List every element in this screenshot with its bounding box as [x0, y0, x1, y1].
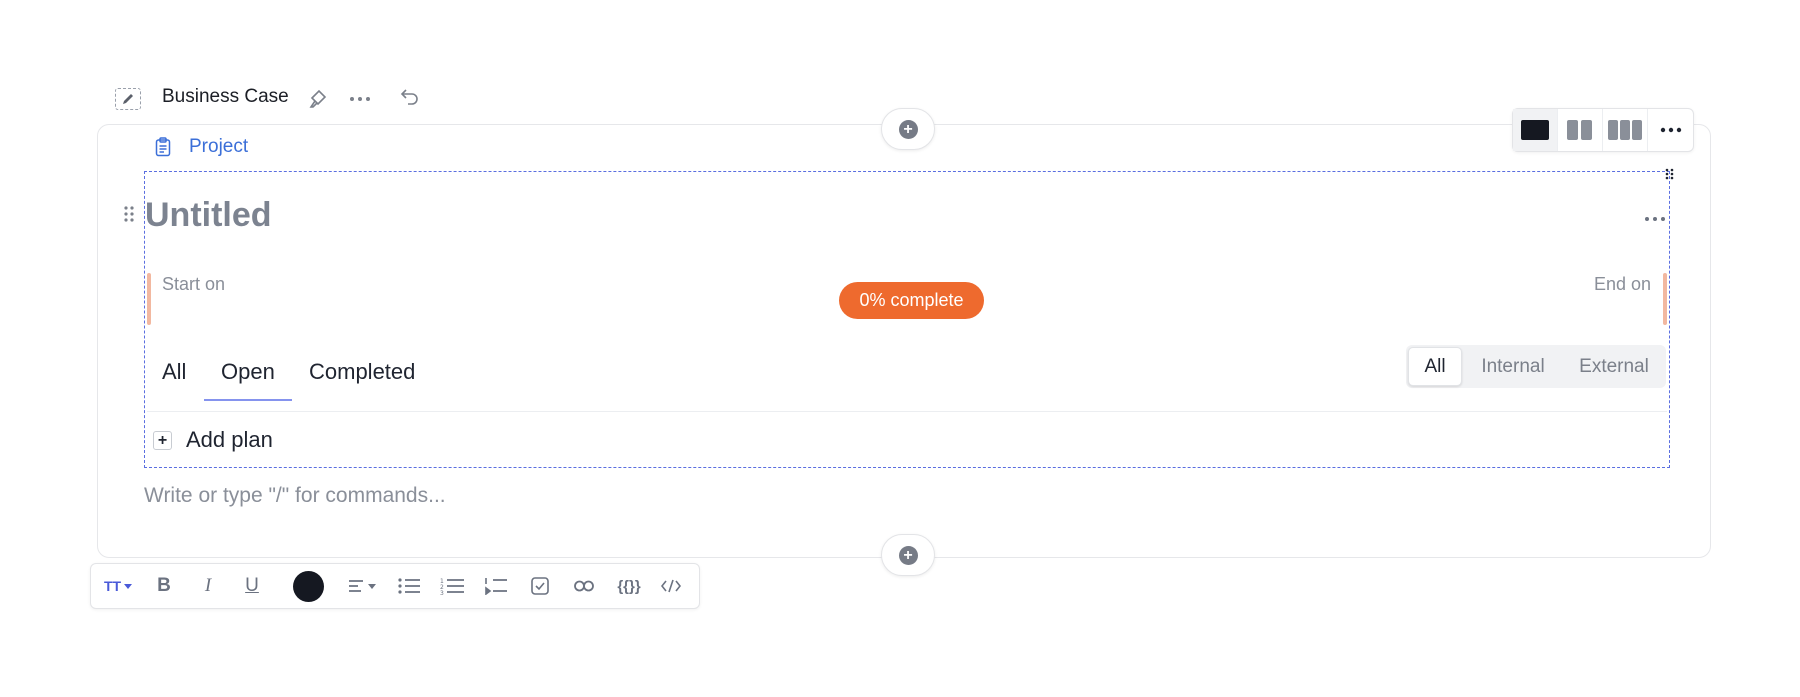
tab-all[interactable]: All	[162, 359, 186, 385]
link-icon	[574, 580, 594, 592]
divider	[147, 411, 1667, 412]
drag-handle-icon[interactable]	[123, 205, 135, 228]
code-button[interactable]	[656, 564, 686, 608]
text-color-button[interactable]	[290, 564, 326, 608]
formatting-toolbar: TT B I U 123 {{}}	[90, 563, 700, 609]
indent-list-icon	[485, 578, 507, 595]
text-size-button[interactable]: TT	[101, 564, 135, 608]
active-tab-indicator	[204, 399, 292, 401]
add-plan-label: Add plan	[186, 427, 273, 452]
numbered-list-button[interactable]: 123	[437, 564, 467, 608]
selected-block-outline	[144, 171, 1670, 468]
bold-button[interactable]: B	[149, 564, 179, 608]
three-column-icon	[1608, 120, 1642, 140]
indent-list-button[interactable]	[481, 564, 511, 608]
color-swatch-icon	[292, 570, 324, 602]
document-title[interactable]: Business Case	[162, 86, 289, 108]
clipboard-icon	[155, 137, 171, 157]
start-date-marker	[147, 273, 151, 325]
visibility-filter: All Internal External	[1406, 345, 1666, 388]
checklist-button[interactable]	[525, 564, 555, 608]
align-button[interactable]	[344, 564, 380, 608]
end-date-marker	[1663, 273, 1667, 325]
filter-all-button[interactable]: All	[1408, 347, 1462, 386]
plan-title[interactable]: Untitled	[145, 196, 272, 235]
text-size-label: TT	[103, 578, 122, 594]
svg-text:3: 3	[440, 590, 444, 595]
editor-input[interactable]: Write or type "/" for commands...	[144, 484, 446, 508]
plan-more-button[interactable]	[1644, 209, 1666, 227]
checkbox-icon	[531, 577, 549, 595]
end-date-field[interactable]: End on	[1594, 274, 1651, 295]
link-button[interactable]	[569, 564, 599, 608]
italic-button[interactable]: I	[193, 564, 223, 608]
plus-icon: +	[153, 430, 172, 450]
undo-icon[interactable]	[397, 84, 423, 110]
add-block-bottom-button[interactable]: +	[881, 534, 935, 576]
resize-handle-icon[interactable]	[1665, 167, 1675, 185]
more-horizontal-icon	[1660, 127, 1681, 133]
align-left-icon	[349, 580, 363, 592]
bullet-list-icon	[398, 578, 420, 594]
filter-internal-button[interactable]: Internal	[1462, 347, 1564, 386]
plus-icon: +	[898, 545, 918, 565]
layout-more-button[interactable]	[1648, 109, 1693, 151]
variables-button[interactable]: {{}}	[609, 564, 649, 608]
chevron-down-icon	[368, 583, 376, 589]
tab-open[interactable]: Open	[221, 359, 275, 385]
tab-completed[interactable]: Completed	[309, 359, 415, 385]
bullet-list-button[interactable]	[394, 564, 424, 608]
three-column-layout-button[interactable]	[1603, 109, 1648, 151]
more-horizontal-icon[interactable]	[346, 86, 374, 112]
numbered-list-icon: 123	[440, 578, 464, 595]
one-column-layout-button[interactable]	[1513, 109, 1558, 151]
project-link[interactable]: Project	[155, 136, 248, 158]
edit-icon[interactable]	[115, 88, 141, 110]
more-horizontal-icon	[1645, 217, 1665, 221]
chevron-down-icon	[124, 583, 133, 589]
start-date-field[interactable]: Start on	[162, 274, 225, 295]
project-link-label: Project	[189, 136, 249, 157]
add-block-top-button[interactable]: +	[881, 108, 935, 150]
underline-button[interactable]: U	[237, 564, 267, 608]
brush-icon[interactable]	[305, 86, 331, 112]
one-column-icon	[1521, 120, 1549, 140]
code-icon	[661, 579, 681, 593]
layout-options	[1512, 108, 1694, 152]
add-plan-button[interactable]: + Add plan	[153, 427, 273, 453]
progress-badge: 0% complete	[839, 282, 984, 319]
plus-icon: +	[898, 119, 918, 139]
two-column-layout-button[interactable]	[1558, 109, 1603, 151]
two-column-icon	[1567, 120, 1592, 140]
filter-external-button[interactable]: External	[1564, 347, 1664, 386]
